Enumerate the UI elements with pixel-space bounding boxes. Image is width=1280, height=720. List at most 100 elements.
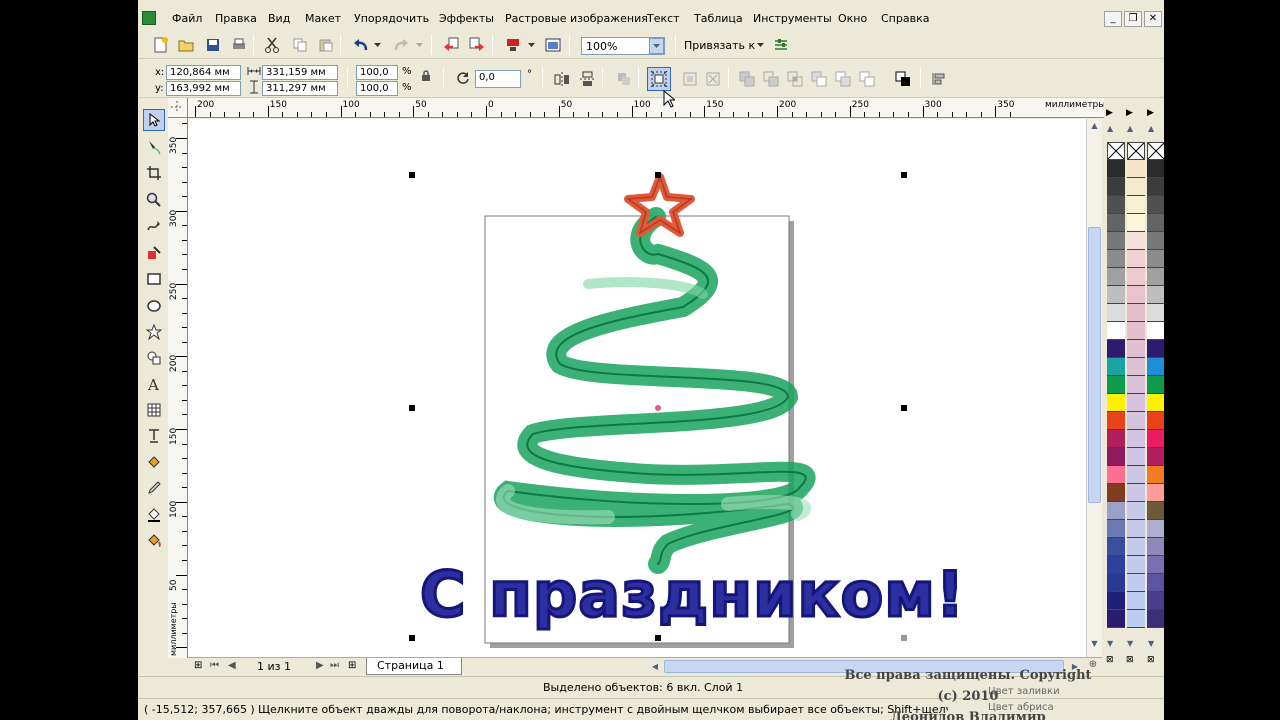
color-swatch[interactable]	[1147, 268, 1164, 286]
color-swatch[interactable]	[1147, 160, 1164, 178]
height-field[interactable]: 311,297 мм	[262, 81, 338, 96]
menu-edit[interactable]: Правка	[215, 12, 257, 25]
launcher-dropdown-icon[interactable]	[526, 36, 536, 54]
palette-3-flyout-icon[interactable]: ▶	[1147, 108, 1154, 118]
color-swatch[interactable]	[1107, 556, 1125, 574]
color-swatch[interactable]	[1107, 574, 1125, 592]
color-swatch[interactable]	[1107, 430, 1125, 448]
rectangle-tool-icon[interactable]	[143, 268, 165, 290]
eyedropper-tool-icon[interactable]	[143, 477, 165, 499]
pick-tool-icon[interactable]	[143, 109, 165, 131]
smart-fill-tool-icon[interactable]	[143, 242, 165, 264]
combine-icon[interactable]	[681, 70, 699, 88]
color-swatch[interactable]	[1147, 502, 1164, 520]
greeting-text[interactable]: С праздником!	[419, 557, 966, 633]
color-swatch[interactable]	[1107, 466, 1125, 484]
polygon-tool-icon[interactable]	[143, 321, 165, 343]
copy-icon[interactable]	[291, 36, 309, 54]
back-minus-front-icon[interactable]	[858, 70, 876, 88]
color-swatch[interactable]	[1147, 610, 1164, 628]
drawing-canvas[interactable]: С праздником!	[188, 119, 1086, 657]
ungroup-all-button[interactable]	[647, 67, 671, 91]
crop-tool-icon[interactable]	[143, 162, 165, 184]
page-tab[interactable]: Страница 1	[366, 658, 462, 675]
undo-dropdown-icon[interactable]	[372, 36, 382, 54]
new-document-icon[interactable]	[152, 36, 170, 54]
color-swatch[interactable]	[1107, 322, 1125, 340]
create-boundary-icon[interactable]	[894, 70, 912, 88]
undo-icon[interactable]	[352, 36, 370, 54]
redo-icon[interactable]	[392, 36, 410, 54]
color-swatch[interactable]	[1127, 574, 1145, 592]
palette-3-down-icon[interactable]: ▼	[1148, 639, 1154, 648]
color-swatch[interactable]	[1107, 376, 1125, 394]
welcome-screen-icon[interactable]	[544, 36, 562, 54]
mirror-vertical-icon[interactable]	[578, 70, 596, 88]
color-swatch[interactable]	[1107, 520, 1125, 538]
interactive-fill-tool-icon[interactable]	[143, 451, 165, 473]
palette-1-up-icon[interactable]: ▲	[1107, 124, 1113, 133]
color-swatch[interactable]	[1127, 196, 1145, 214]
print-icon[interactable]	[230, 36, 248, 54]
trim-icon[interactable]	[762, 70, 780, 88]
palette-2-scroll-icon[interactable]: ⊠	[1126, 655, 1134, 665]
color-swatch[interactable]	[1127, 520, 1145, 538]
snap-to-label[interactable]: Привязать к	[684, 39, 755, 52]
menu-bitmaps[interactable]: Растровые изображения	[505, 12, 648, 25]
palette-2-up-icon[interactable]: ▲	[1127, 124, 1133, 133]
color-swatch[interactable]	[1107, 232, 1125, 250]
color-swatch[interactable]	[1127, 592, 1145, 610]
save-icon[interactable]	[204, 36, 222, 54]
color-swatch[interactable]	[1127, 412, 1145, 430]
color-swatch[interactable]	[1147, 538, 1164, 556]
color-swatch[interactable]	[1127, 430, 1145, 448]
outline-tool-icon[interactable]	[143, 503, 165, 525]
color-swatch[interactable]	[1127, 304, 1145, 322]
color-swatch[interactable]	[1107, 214, 1125, 232]
no-color-swatch-3[interactable]	[1147, 142, 1164, 160]
menu-view[interactable]: Вид	[268, 12, 290, 25]
snap-dropdown-icon[interactable]	[755, 36, 765, 54]
x-position-field[interactable]: 120,864 мм	[166, 65, 241, 80]
freehand-tool-icon[interactable]	[143, 215, 165, 237]
scroll-up-icon[interactable]: ▲	[1088, 121, 1101, 135]
color-swatch[interactable]	[1127, 160, 1145, 178]
export-icon[interactable]	[468, 36, 486, 54]
palette-3-scroll-icon[interactable]: ⊠	[1147, 655, 1155, 665]
no-color-swatch-1[interactable]	[1107, 142, 1125, 160]
palette-2-flyout-icon[interactable]: ▶	[1126, 108, 1133, 118]
menu-text[interactable]: Текст	[647, 12, 680, 25]
color-swatch[interactable]	[1107, 502, 1125, 520]
color-palette-3[interactable]	[1147, 160, 1164, 628]
color-swatch[interactable]	[1127, 178, 1145, 196]
palette-3-up-icon[interactable]: ▲	[1148, 124, 1154, 133]
paste-icon[interactable]	[317, 36, 335, 54]
color-swatch[interactable]	[1127, 448, 1145, 466]
add-page-after-icon[interactable]: ⊞	[348, 660, 356, 671]
color-swatch[interactable]	[1107, 610, 1125, 628]
next-page-icon[interactable]: ▶	[316, 660, 324, 671]
color-swatch[interactable]	[1127, 376, 1145, 394]
rotation-angle-field[interactable]: 0,0	[475, 70, 521, 88]
color-swatch[interactable]	[1107, 250, 1125, 268]
menu-tools[interactable]: Инструменты	[753, 12, 832, 25]
menu-table[interactable]: Таблица	[694, 12, 743, 25]
last-page-icon[interactable]: ⏭	[330, 660, 339, 671]
color-swatch[interactable]	[1107, 448, 1125, 466]
color-swatch[interactable]	[1127, 538, 1145, 556]
color-swatch[interactable]	[1107, 340, 1125, 358]
basic-shapes-tool-icon[interactable]	[143, 347, 165, 369]
color-swatch[interactable]	[1147, 196, 1164, 214]
color-swatch[interactable]	[1127, 394, 1145, 412]
color-swatch[interactable]	[1127, 250, 1145, 268]
color-swatch[interactable]	[1147, 430, 1164, 448]
color-swatch[interactable]	[1127, 214, 1145, 232]
color-swatch[interactable]	[1147, 574, 1164, 592]
color-swatch[interactable]	[1127, 358, 1145, 376]
color-swatch[interactable]	[1127, 268, 1145, 286]
zoom-dropdown-icon[interactable]	[649, 38, 664, 54]
zoom-tool-icon[interactable]	[143, 189, 165, 211]
color-swatch[interactable]	[1107, 358, 1125, 376]
import-icon[interactable]	[442, 36, 460, 54]
palette-2-down-icon[interactable]: ▼	[1127, 639, 1133, 648]
